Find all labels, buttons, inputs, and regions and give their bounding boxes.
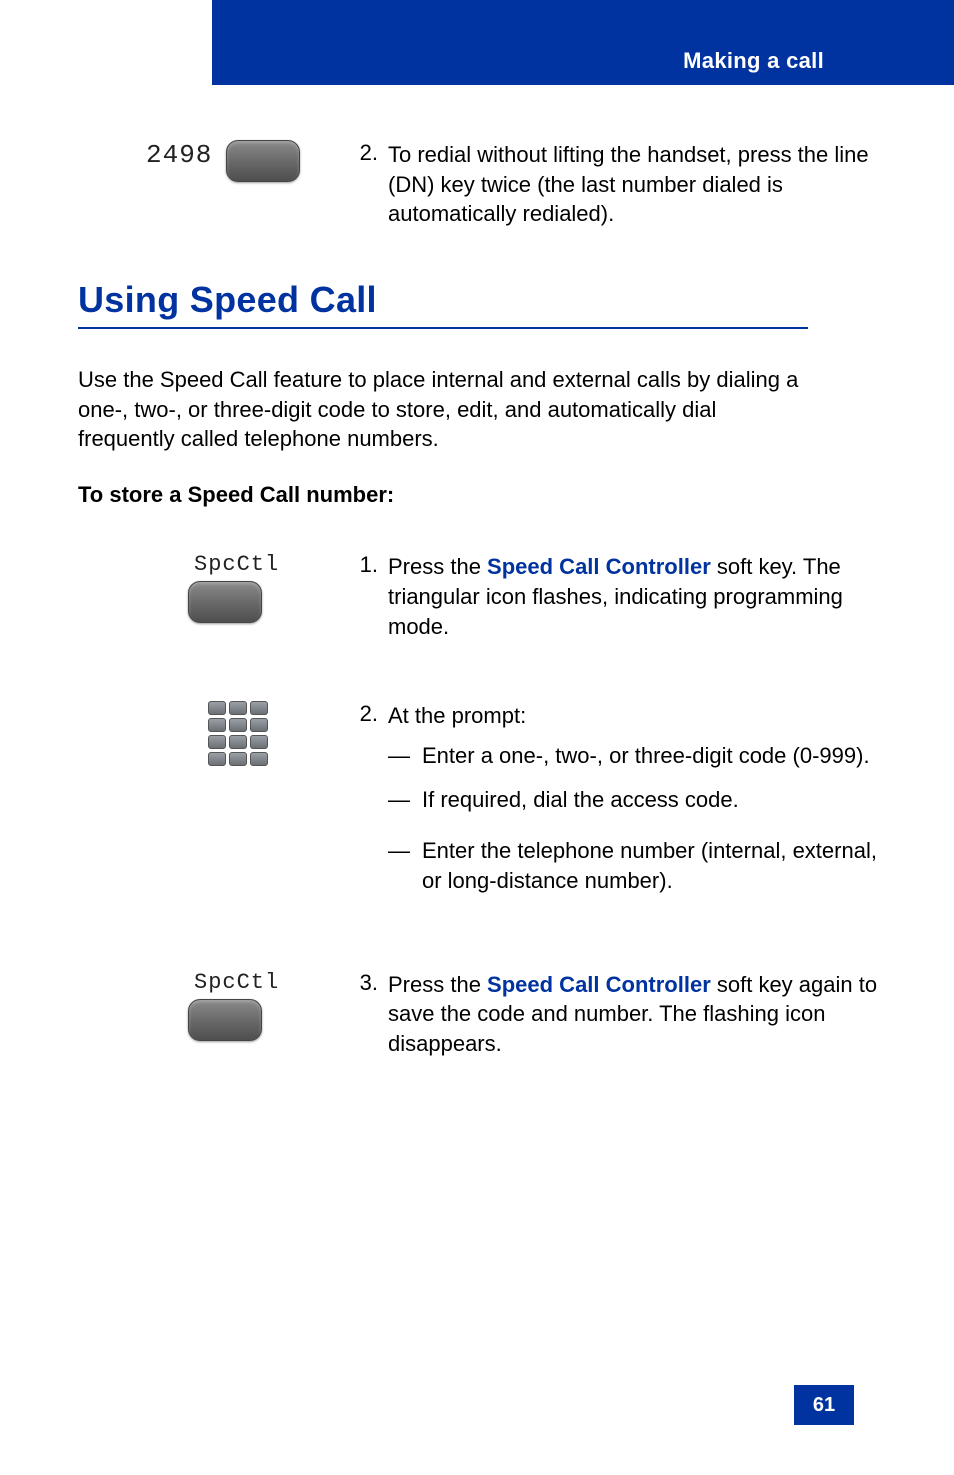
dash-icon: — [388,836,422,866]
dash-icon: — [388,785,422,815]
step2-icon-col [78,701,348,766]
section-heading: Using Speed Call [78,279,878,321]
step-text-group: At the prompt: — Enter a one-, two-, or … [388,701,878,909]
step-number: 2. [348,140,388,166]
store-step-2: 2. At the prompt: — Enter a one-, two-, … [78,701,878,909]
page: Making a call 2498 2. To redial without … [0,0,954,1475]
text-pre: Press the [388,972,487,997]
softkey-block: SpcCtl [188,552,279,623]
content-area: 2498 2. To redial without lifting the ha… [78,140,878,1089]
sub-heading: To store a Speed Call number: [78,482,878,508]
soft-key-icon [188,581,262,623]
redial-icon-col: 2498 [78,140,348,182]
step-number: 1. [348,552,388,578]
dash-icon: — [388,741,422,771]
intro-paragraph: Use the Speed Call feature to place inte… [78,365,808,454]
step-number: 3. [348,970,388,996]
text-pre: Press the [388,554,487,579]
key-name: Speed Call Controller [487,972,711,997]
store-step-1: SpcCtl 1. Press the Speed Call Controlle… [78,552,878,641]
store-step-3: SpcCtl 3. Press the Speed Call Controlle… [78,970,878,1059]
page-number: 61 [794,1385,854,1425]
sub-item: — Enter a one-, two-, or three-digit cod… [388,741,878,771]
softkey-label: SpcCtl [194,970,279,995]
step-text: Press the Speed Call Controller soft key… [388,970,878,1059]
softkey-block: SpcCtl [188,970,279,1041]
chapter-title: Making a call [683,48,824,74]
soft-key-icon [188,999,262,1041]
line-key-icon [226,140,300,182]
step-text: To redial without lifting the handset, p… [388,140,878,229]
sub-text: Enter a one-, two-, or three-digit code … [422,741,878,771]
step-number: 2. [348,701,388,727]
redial-step-row: 2498 2. To redial without lifting the ha… [78,140,878,229]
sub-item: — If required, dial the access code. [388,785,878,815]
step1-icon-col: SpcCtl [78,552,348,623]
sub-item: — Enter the telephone number (internal, … [388,836,878,895]
dialpad-icon [208,701,268,766]
step-text: Press the Speed Call Controller soft key… [388,552,878,641]
sub-text: If required, dial the access code. [422,785,878,815]
sublist: — Enter a one-, two-, or three-digit cod… [388,741,878,896]
heading-rule [78,327,808,329]
sub-text: Enter the telephone number (internal, ex… [422,836,878,895]
lcd-display-number: 2498 [146,140,212,170]
key-name: Speed Call Controller [487,554,711,579]
softkey-label: SpcCtl [194,552,279,577]
step2-intro: At the prompt: [388,701,878,731]
header-band: Making a call [212,0,954,85]
step3-icon-col: SpcCtl [78,970,348,1041]
